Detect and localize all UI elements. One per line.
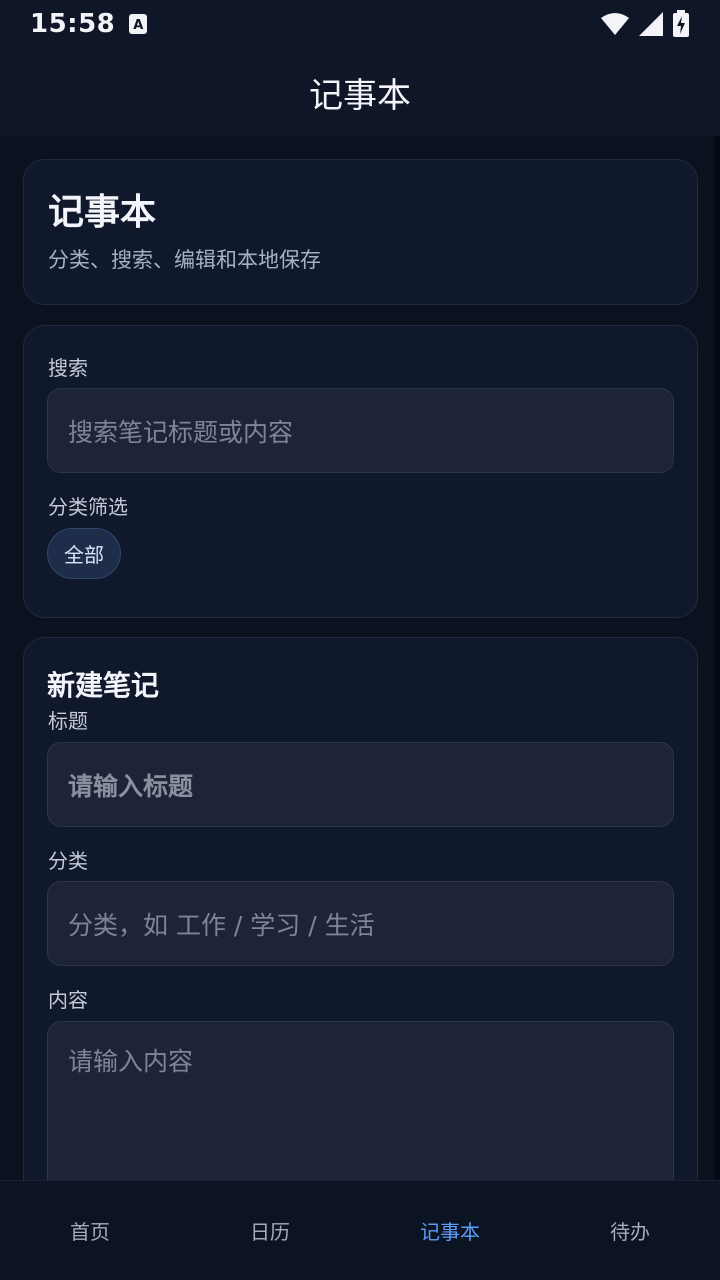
category-input[interactable]: 分类，如 工作 / 学习 / 生活: [47, 881, 674, 966]
status-time: 15:58: [30, 9, 116, 39]
notification-a-icon: A: [129, 14, 148, 34]
title-label: 标题: [48, 709, 88, 733]
category-placeholder: 分类，如 工作 / 学习 / 生活: [68, 910, 375, 940]
search-input[interactable]: 搜索笔记标题或内容: [47, 388, 674, 473]
header-subtitle: 分类、搜索、编辑和本地保存: [48, 248, 321, 272]
nav-todo[interactable]: 待办: [540, 1181, 720, 1280]
content-textarea[interactable]: 请输入内容: [47, 1021, 674, 1180]
content-placeholder: 请输入内容: [68, 1047, 194, 1076]
search-placeholder: 搜索笔记标题或内容: [68, 417, 294, 447]
new-note-title: 新建笔记: [47, 669, 160, 702]
header-card: 记事本 分类、搜索、编辑和本地保存: [23, 159, 698, 305]
nav-notepad[interactable]: 记事本: [360, 1181, 540, 1280]
bottom-nav: 首页 日历 记事本 待办: [0, 1180, 720, 1280]
scroll-edge: [714, 136, 720, 1180]
category-label: 分类: [48, 849, 88, 873]
header-title: 记事本: [48, 192, 157, 233]
category-filter-label: 分类筛选: [48, 495, 128, 519]
cell-signal-icon: [639, 12, 663, 36]
battery-charging-icon: [673, 10, 689, 37]
app-bar: 记事本: [0, 48, 720, 136]
title-input[interactable]: 请输入标题: [47, 742, 674, 827]
content-label: 内容: [48, 988, 88, 1012]
filter-card: 搜索 搜索笔记标题或内容 分类筛选 全部: [23, 325, 698, 618]
chip-all[interactable]: 全部: [47, 528, 121, 579]
wifi-icon: [601, 13, 629, 35]
nav-home[interactable]: 首页: [0, 1181, 180, 1280]
app-bar-title: 记事本: [309, 75, 411, 116]
content-area[interactable]: 记事本 分类、搜索、编辑和本地保存 搜索 搜索笔记标题或内容 分类筛选 全部 新…: [0, 136, 720, 1180]
status-bar: 15:58 A: [0, 0, 720, 48]
search-label: 搜索: [48, 356, 88, 380]
status-icons: [600, 10, 690, 38]
title-placeholder: 请输入标题: [68, 771, 194, 801]
new-note-card: 新建笔记 标题 请输入标题 分类 分类，如 工作 / 学习 / 生活 内容 请输…: [23, 637, 698, 1180]
nav-calendar[interactable]: 日历: [180, 1181, 360, 1280]
notepad-screen: 15:58 A 记事本 记事本 分类、搜索、编辑和本地保存 搜索 搜索笔记标题或…: [0, 0, 720, 1280]
